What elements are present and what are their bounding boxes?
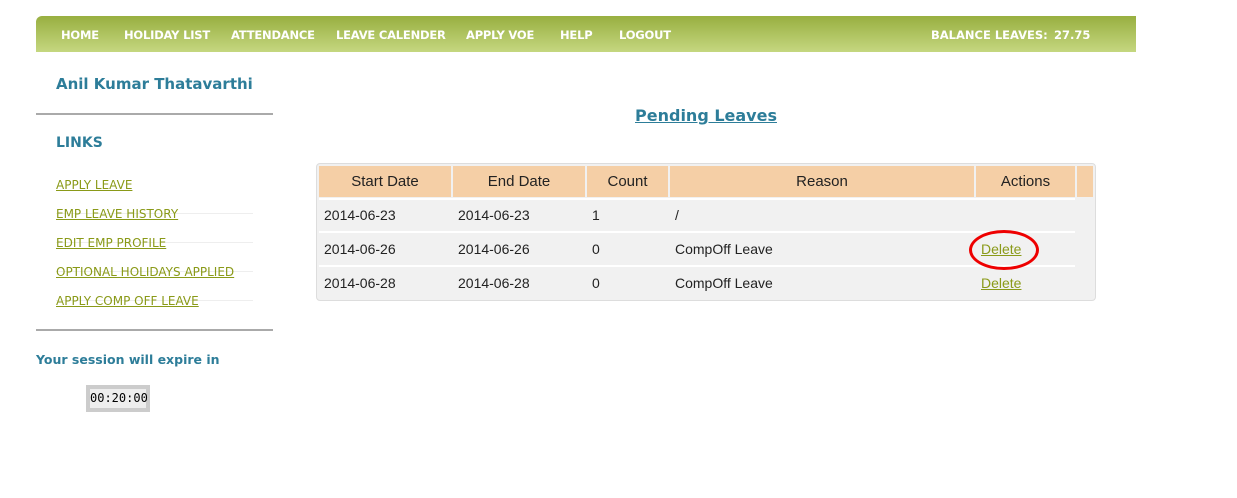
nav-attendance[interactable]: ATTENDANCE	[231, 28, 315, 42]
cell-end: 2014-06-28	[458, 275, 530, 291]
link-apply-leave[interactable]: APPLY LEAVE	[56, 178, 132, 192]
link-edit-emp-profile[interactable]: EDIT EMP PROFILE	[56, 236, 166, 250]
link-apply-comp-off-leave[interactable]: APPLY COMP OFF LEAVE	[56, 294, 199, 308]
link-emp-leave-history[interactable]: EMP LEAVE HISTORY	[56, 207, 178, 221]
cell-reason: CompOff Leave	[675, 275, 773, 291]
divider	[36, 329, 273, 331]
nav-holiday-list[interactable]: HOLIDAY LIST	[124, 28, 210, 42]
balance-leaves-value: 27.75	[1054, 28, 1091, 42]
col-spacer	[1077, 166, 1093, 197]
cell-count: 0	[592, 241, 600, 257]
session-timer: 00:20:00	[86, 385, 150, 412]
session-text: Your session will expire in	[36, 352, 220, 367]
nav-help[interactable]: HELP	[560, 28, 593, 42]
cell-count: 0	[592, 275, 600, 291]
cell-start: 2014-06-28	[324, 275, 396, 291]
balance-leaves-label: BALANCE LEAVES:	[931, 28, 1048, 42]
nav-apply-voe[interactable]: APPLY VOE	[466, 28, 534, 42]
cell-start: 2014-06-23	[324, 207, 396, 223]
cell-end: 2014-06-26	[458, 241, 530, 257]
user-name: Anil Kumar Thatavarthi	[56, 75, 253, 93]
cell-reason: /	[675, 207, 679, 223]
top-nav: HOME HOLIDAY LIST ATTENDANCE LEAVE CALEN…	[36, 16, 1136, 52]
col-count: Count	[587, 166, 668, 197]
col-actions: Actions	[976, 166, 1075, 197]
links-heading: LINKS	[56, 135, 103, 151]
nav-home[interactable]: HOME	[61, 28, 99, 42]
nav-leave-calender[interactable]: LEAVE CALENDER	[336, 28, 446, 42]
col-reason: Reason	[670, 166, 974, 197]
cell-count: 1	[592, 207, 600, 223]
nav-logout[interactable]: LOGOUT	[619, 28, 671, 42]
link-optional-holidays-applied[interactable]: OPTIONAL HOLIDAYS APPLIED	[56, 265, 234, 279]
cell-reason: CompOff Leave	[675, 241, 773, 257]
cell-end: 2014-06-23	[458, 207, 530, 223]
cell-start: 2014-06-26	[324, 241, 396, 257]
highlight-circle	[969, 230, 1039, 270]
delete-link[interactable]: Delete	[981, 275, 1021, 291]
col-start-date: Start Date	[319, 166, 451, 197]
col-end-date: End Date	[453, 166, 585, 197]
page-title[interactable]: Pending Leaves	[0, 106, 1237, 125]
pending-leaves-table: Start Date End Date Count Reason Actions…	[316, 163, 1096, 301]
